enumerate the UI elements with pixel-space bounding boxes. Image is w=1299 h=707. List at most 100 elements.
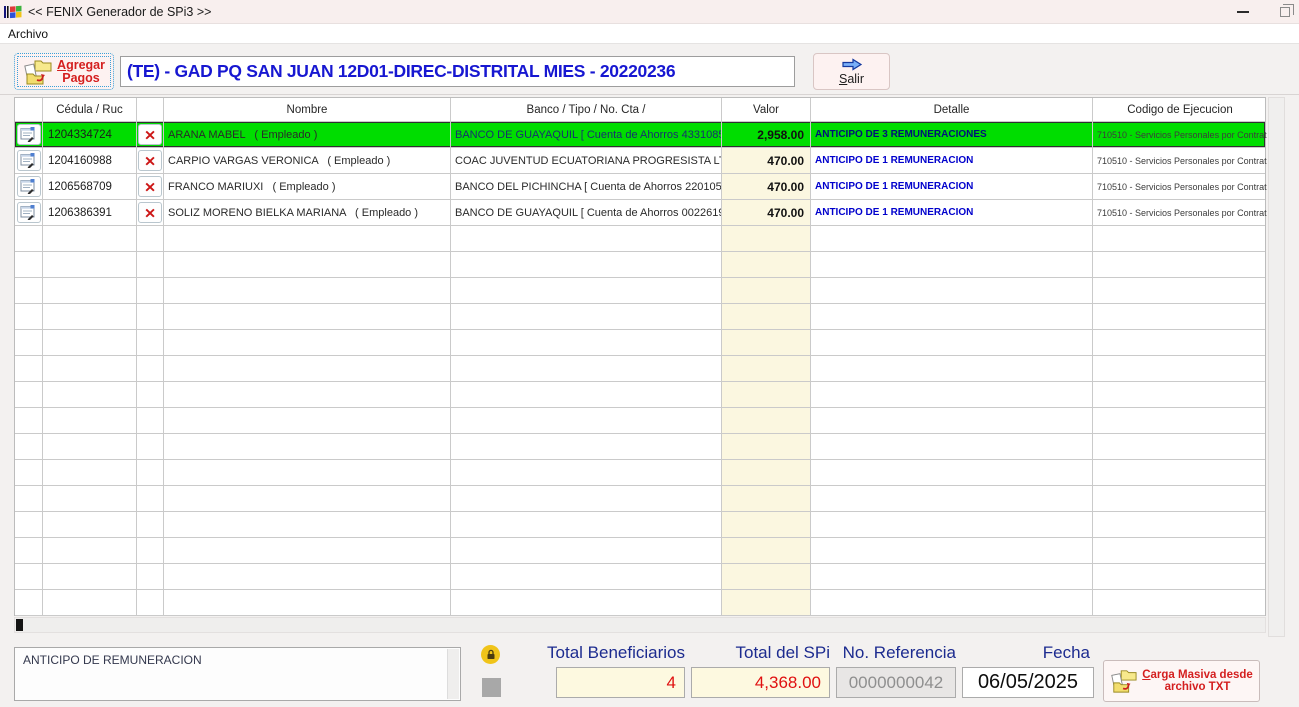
empty-cell	[164, 226, 451, 251]
empty-cell	[164, 486, 451, 511]
column-header-nombre: Nombre	[164, 98, 451, 121]
empty-cell	[43, 590, 137, 615]
empty-cell	[811, 460, 1093, 485]
table-row-empty[interactable]	[15, 512, 1265, 538]
empty-cell	[722, 330, 811, 355]
table-row-empty[interactable]	[15, 486, 1265, 512]
empty-cell	[811, 356, 1093, 381]
total-beneficiarios-label: Total Beneficiarios	[480, 643, 685, 665]
table-row-empty[interactable]	[15, 304, 1265, 330]
empty-cell	[137, 538, 164, 563]
empty-cell	[137, 278, 164, 303]
exit-arrow-icon	[841, 58, 863, 71]
empty-cell	[164, 356, 451, 381]
empty-cell	[451, 460, 722, 485]
observaciones-scrollbar[interactable]	[447, 649, 459, 699]
banco-cell: COAC JUVENTUD ECUATORIANA PROGRESISTA LT…	[451, 148, 722, 173]
empty-cell	[164, 590, 451, 615]
delete-row-button[interactable]: ✕	[138, 150, 162, 171]
observaciones-textarea[interactable]: ANTICIPO DE REMUNERACION	[14, 647, 461, 701]
cedula-cell: 1204334724	[43, 122, 137, 147]
empty-cell	[15, 330, 43, 355]
empty-cell	[1093, 512, 1267, 537]
salir-button[interactable]: Salir	[813, 53, 890, 90]
banco-cell: BANCO DE GUAYAQUIL [ Cuenta de Ahorros 4…	[451, 122, 722, 147]
table-row[interactable]: 1204160988✕CARPIO VARGAS VERONICA ( Empl…	[15, 148, 1265, 174]
empty-cell	[1093, 252, 1267, 277]
empty-cell	[1093, 408, 1267, 433]
edit-row-button[interactable]	[17, 150, 41, 171]
empty-cell	[137, 564, 164, 589]
table-row[interactable]: 1206386391✕SOLIZ MORENO BIELKA MARIANA (…	[15, 200, 1265, 226]
column-header-edit	[15, 98, 43, 121]
delete-x-icon: ✕	[144, 128, 156, 141]
empty-cell	[137, 356, 164, 381]
table-row-empty[interactable]	[15, 356, 1265, 382]
detalle-cell: ANTICIPO DE 1 REMUNERACION	[811, 148, 1093, 173]
empty-cell	[451, 278, 722, 303]
horizontal-scrollbar[interactable]	[14, 617, 1266, 633]
minimize-button[interactable]	[1226, 0, 1260, 24]
restore-button[interactable]	[1268, 0, 1299, 24]
table-row-empty[interactable]	[15, 564, 1265, 590]
empty-cell	[43, 460, 137, 485]
cedula-cell: 1204160988	[43, 148, 137, 173]
empty-cell	[811, 382, 1093, 407]
table-row-empty[interactable]	[15, 434, 1265, 460]
column-header-valor: Valor	[722, 98, 811, 121]
horizontal-scrollbar-thumb[interactable]	[16, 619, 23, 631]
valor-cell: 2,958.00	[722, 122, 811, 147]
table-row[interactable]: 1204334724✕ARANA MABEL ( Empleado )BANCO…	[15, 122, 1265, 148]
table-row-empty[interactable]	[15, 538, 1265, 564]
agregar-pagos-button[interactable]: Agregar Pagos	[14, 53, 114, 90]
table-row-empty[interactable]	[15, 408, 1265, 434]
empty-cell	[15, 382, 43, 407]
delete-row-button[interactable]: ✕	[138, 124, 162, 145]
carga-masiva-button[interactable]: Carga Masiva desde archivo TXT	[1103, 660, 1260, 702]
empty-cell	[722, 408, 811, 433]
spi-title-field[interactable]	[120, 56, 795, 87]
table-row-empty[interactable]	[15, 590, 1265, 616]
total-spi-label: Total del SPi	[700, 643, 830, 665]
payments-table: Cédula / RucNombreBanco / Tipo / No. Cta…	[14, 97, 1266, 616]
nombre-cell: CARPIO VARGAS VERONICA ( Empleado )	[164, 148, 451, 173]
edit-row-button[interactable]	[17, 176, 41, 197]
empty-cell	[43, 408, 137, 433]
no-referencia-field: 0000000042	[836, 667, 956, 698]
empty-cell	[811, 330, 1093, 355]
vertical-scrollbar[interactable]	[1268, 97, 1285, 637]
edit-cell	[15, 122, 43, 147]
edit-row-button[interactable]	[17, 202, 41, 223]
edit-row-button[interactable]	[17, 124, 41, 145]
fecha-field[interactable]: 06/05/2025	[962, 667, 1094, 698]
menu-archivo[interactable]: Archivo	[0, 27, 56, 41]
table-row-empty[interactable]	[15, 226, 1265, 252]
empty-cell	[722, 304, 811, 329]
empty-cell	[15, 408, 43, 433]
empty-cell	[164, 330, 451, 355]
empty-cell	[15, 278, 43, 303]
empty-cell	[164, 564, 451, 589]
nombre-cell: FRANCO MARIUXI ( Empleado )	[164, 174, 451, 199]
delete-row-button[interactable]: ✕	[138, 202, 162, 223]
table-row-empty[interactable]	[15, 278, 1265, 304]
empty-cell	[43, 226, 137, 251]
empty-cell	[164, 538, 451, 563]
empty-cell	[811, 304, 1093, 329]
empty-cell	[811, 278, 1093, 303]
table-row-empty[interactable]	[15, 460, 1265, 486]
empty-cell	[451, 304, 722, 329]
empty-cell	[722, 486, 811, 511]
empty-cell	[451, 330, 722, 355]
table-row-empty[interactable]	[15, 382, 1265, 408]
empty-cell	[15, 538, 43, 563]
empty-cell	[15, 356, 43, 381]
cedula-cell: 1206386391	[43, 200, 137, 225]
cedula-cell: 1206568709	[43, 174, 137, 199]
table-row-empty[interactable]	[15, 330, 1265, 356]
table-row-empty[interactable]	[15, 252, 1265, 278]
delete-row-button[interactable]: ✕	[138, 176, 162, 197]
empty-cell	[137, 512, 164, 537]
codigo-cell: 710510 - Servicios Personales por Contra…	[1093, 122, 1267, 147]
table-row[interactable]: 1206568709✕FRANCO MARIUXI ( Empleado )BA…	[15, 174, 1265, 200]
